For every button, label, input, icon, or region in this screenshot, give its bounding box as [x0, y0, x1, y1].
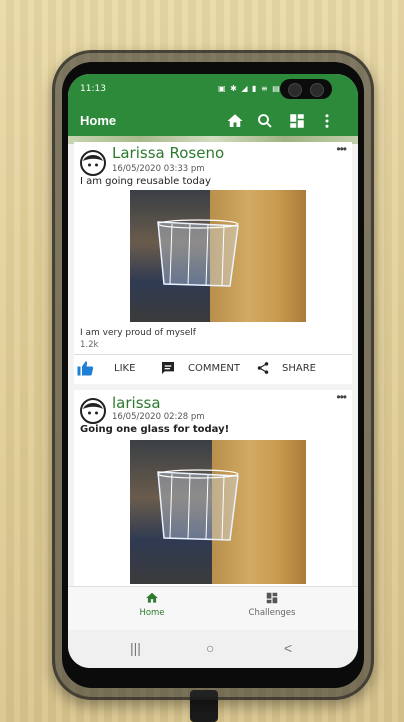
post-author[interactable]: larissa [112, 394, 161, 412]
more-vert-icon[interactable] [318, 112, 336, 130]
comment-icon [162, 362, 174, 374]
glass-image [157, 469, 239, 541]
front-camera [280, 79, 332, 99]
bottom-navigation: Home Challenges [68, 586, 358, 631]
post-feed[interactable]: Larissa Roseno 16/05/2020 03:33 pm ••• I… [74, 142, 352, 620]
nav-home-label: Home [139, 608, 165, 618]
glass-image [157, 219, 239, 287]
home-icon[interactable] [226, 112, 244, 130]
comment-button[interactable]: COMMENT [160, 355, 240, 381]
post-author[interactable]: Larissa Roseno [112, 144, 224, 162]
recents-button[interactable]: ||| [130, 640, 141, 656]
post-date: 16/05/2020 02:28 pm [112, 412, 205, 422]
post-card: Larissa Roseno 16/05/2020 03:33 pm ••• I… [74, 142, 352, 384]
app-bar: Home [68, 106, 358, 136]
phone-screen: 11:13 ▣ ✱ ◢ ▮ ≡ ▤ Home Larissa Roseno 16… [68, 74, 358, 668]
search-icon[interactable] [256, 112, 274, 130]
like-label: LIKE [114, 362, 136, 374]
nav-home[interactable]: Home [102, 591, 202, 618]
system-navigation-bar: ||| ○ < [68, 630, 358, 668]
share-label: SHARE [282, 362, 316, 374]
share-button[interactable]: SHARE [256, 355, 316, 381]
nav-challenges[interactable]: Challenges [222, 591, 322, 618]
home-icon [146, 592, 158, 603]
nav-challenges-label: Challenges [248, 608, 296, 618]
dashboard-icon[interactable] [288, 112, 306, 130]
system-home-button[interactable]: ○ [206, 640, 214, 656]
post-caption: I am very proud of myself [80, 328, 196, 338]
post-date: 16/05/2020 03:33 pm [112, 164, 205, 174]
app-bar-title: Home [80, 113, 117, 128]
dashboard-icon [266, 592, 278, 604]
post-options-icon[interactable]: ••• [336, 390, 347, 404]
back-button[interactable]: < [284, 640, 292, 656]
status-icons: ▣ ✱ ◢ ▮ ≡ ▤ [218, 84, 281, 93]
share-icon [257, 362, 269, 374]
thumbs-up-icon [77, 361, 94, 376]
comment-label: COMMENT [188, 362, 241, 374]
post-text: Going one glass for today! [80, 424, 230, 435]
cropped-caption-text [0, 0, 404, 20]
like-count: 1.2k [80, 340, 99, 350]
post-image[interactable] [130, 190, 306, 322]
avatar-icon[interactable] [80, 398, 106, 424]
post-text: I am going reusable today [80, 176, 211, 187]
status-time: 11:13 [80, 84, 106, 94]
avatar-icon[interactable] [80, 150, 106, 176]
post-options-icon[interactable]: ••• [336, 142, 347, 156]
post-actions: LIKE COMMENT SHARE [74, 354, 352, 381]
status-bar: 11:13 ▣ ✱ ◢ ▮ ≡ ▤ [68, 74, 358, 106]
like-button[interactable]: LIKE [76, 355, 135, 381]
post-image[interactable] [130, 440, 306, 584]
